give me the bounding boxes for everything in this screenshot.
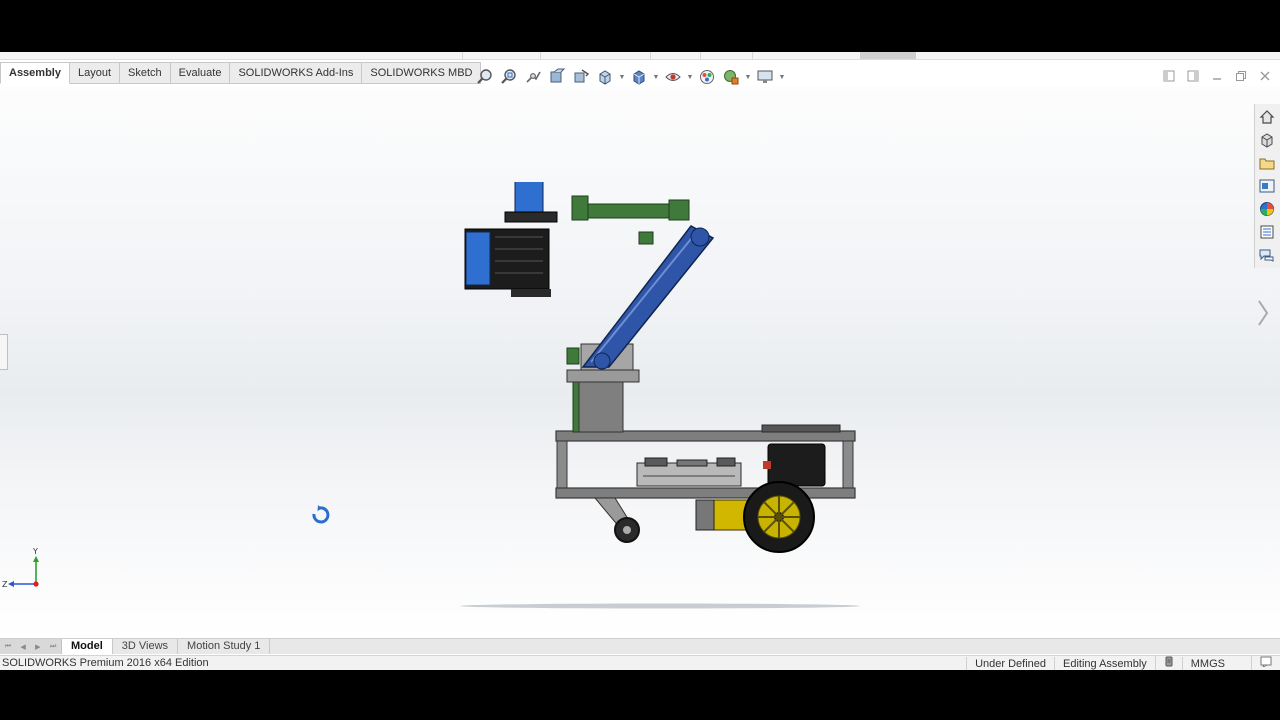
drive-wheel (743, 481, 815, 553)
arm-lower-link (581, 225, 715, 370)
appearances-icon[interactable] (1255, 198, 1279, 220)
task-pane-tabs (1254, 104, 1280, 268)
help-tooltip-icon[interactable] (1251, 656, 1280, 671)
status-bar: SOLIDWORKS Premium 2016 x64 Edition Unde… (0, 655, 1280, 671)
unit-system-selector[interactable]: MMGS (1181, 656, 1251, 671)
home-icon[interactable] (1255, 106, 1279, 128)
tab-layout[interactable]: Layout (69, 62, 121, 84)
strip-active-tab[interactable] (860, 52, 916, 59)
hide-show-items-icon[interactable] (662, 67, 684, 87)
feature-manager-collapse-handle[interactable] (0, 334, 8, 370)
zoom-to-fit-icon[interactable] (474, 67, 496, 87)
tab-motion-study-1[interactable]: Motion Study 1 (178, 639, 271, 654)
chevron-down-icon[interactable]: ▼ (744, 67, 752, 87)
tab-sketch[interactable]: Sketch (120, 62, 171, 84)
next-tab-icon[interactable]: ▶ (35, 643, 40, 651)
strip-divider (650, 52, 651, 60)
prev-tab-icon[interactable]: ◀ (20, 643, 25, 651)
last-tab-icon[interactable]: ⏭ (50, 643, 56, 651)
file-explorer-icon[interactable] (1255, 175, 1279, 197)
document-bottom-tabs: ⏮ ◀ ▶ ⏭ Model 3D Views Motion Study 1 (0, 638, 1280, 654)
restore-icon[interactable] (1232, 68, 1250, 84)
dynamic-annotation-icon[interactable] (570, 67, 592, 87)
strip-divider (462, 52, 463, 60)
tile-right-icon[interactable] (1184, 68, 1202, 84)
chevron-right-icon[interactable] (1256, 298, 1270, 328)
graphics-area[interactable]: Y Z (0, 86, 1280, 638)
chevron-down-icon[interactable]: ▼ (652, 67, 660, 87)
strip-divider (752, 52, 753, 60)
tab-evaluate[interactable]: Evaluate (170, 62, 231, 84)
triad-y-label: Y (32, 547, 38, 556)
tab-model[interactable]: Model (62, 639, 113, 654)
caster-wheel (593, 497, 640, 543)
heads-up-view-toolbar: ▼ ▼ ▼ ▼ ▼ (474, 66, 786, 88)
section-view-icon[interactable] (546, 67, 568, 87)
strip-divider (700, 52, 701, 60)
previous-view-icon[interactable] (522, 67, 544, 87)
apply-scene-icon[interactable] (720, 67, 742, 87)
minimize-icon[interactable] (1208, 68, 1226, 84)
tab-solidworks-add-ins[interactable]: SOLIDWORKS Add-Ins (230, 62, 363, 84)
custom-properties-icon[interactable] (1255, 221, 1279, 243)
tile-left-icon[interactable] (1160, 68, 1178, 84)
letterbox-top (0, 0, 1280, 52)
triad-z-label: Z (2, 580, 8, 589)
zoom-to-area-icon[interactable] (498, 67, 520, 87)
display-style-icon[interactable] (628, 67, 650, 87)
close-icon[interactable] (1256, 68, 1274, 84)
gripper-camera (464, 182, 558, 297)
forum-icon[interactable] (1255, 244, 1279, 266)
ground-shadow (460, 603, 860, 609)
chevron-down-icon[interactable]: ▼ (778, 67, 786, 87)
arm-upper-link (571, 195, 690, 245)
view-settings-icon[interactable] (754, 67, 776, 87)
3d-content-icon[interactable] (1255, 129, 1279, 151)
document-window-controls (1160, 68, 1274, 84)
view-orientation-icon[interactable] (594, 67, 616, 87)
tab-solidworks-mbd[interactable]: SOLIDWORKS MBD (362, 62, 482, 84)
electronics-board (636, 457, 742, 487)
title-strip (0, 52, 1280, 60)
tab-scroll-arrows[interactable]: ⏮ ◀ ▶ ⏭ (0, 639, 62, 654)
editing-mode-status: Editing Assembly (1054, 656, 1155, 671)
edit-appearance-icon[interactable] (696, 67, 718, 87)
battery-pack (763, 443, 826, 487)
chevron-down-icon[interactable]: ▼ (686, 67, 694, 87)
drive-motor (695, 499, 752, 531)
rebuild-icon[interactable] (1154, 656, 1182, 671)
chevron-down-icon[interactable]: ▼ (618, 67, 626, 87)
design-library-icon[interactable] (1255, 152, 1279, 174)
first-tab-icon[interactable]: ⏮ (5, 643, 11, 651)
strip-divider (540, 52, 541, 60)
robot-assembly-model[interactable] (455, 182, 865, 612)
edition-label: SOLIDWORKS Premium 2016 x64 Edition (2, 657, 209, 669)
definition-status: Under Defined (966, 656, 1054, 671)
tab-3d-views[interactable]: 3D Views (113, 639, 179, 654)
letterbox-bottom (0, 670, 1280, 720)
rotate-view-cursor-icon (312, 505, 330, 524)
tab-assembly[interactable]: Assembly (0, 62, 70, 84)
solidworks-window: Assembly Layout Sketch Evaluate SOLIDWOR… (0, 52, 1280, 671)
reference-triad: Y Z (2, 546, 46, 590)
command-manager-tabs: Assembly Layout Sketch Evaluate SOLIDWOR… (0, 62, 482, 84)
